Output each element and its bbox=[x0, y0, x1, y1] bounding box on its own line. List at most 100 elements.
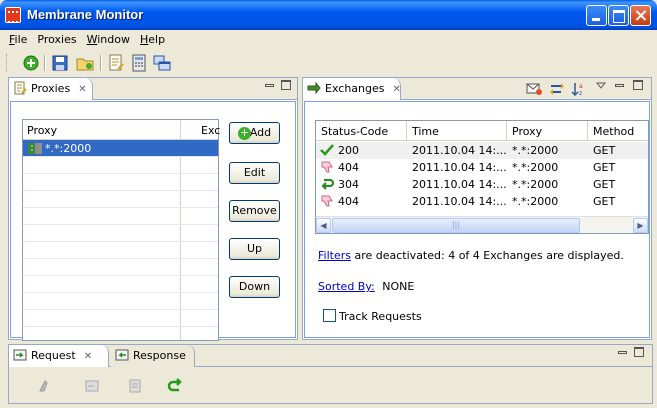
panel-minimize-icon[interactable] bbox=[615, 84, 624, 87]
windows-icon[interactable] bbox=[153, 54, 171, 72]
message-panel-header: Request ✕ Response bbox=[9, 345, 652, 367]
method-cell: GET bbox=[593, 178, 616, 191]
tab-proxies[interactable]: Proxies ✕ bbox=[9, 78, 93, 100]
panel-minimize-icon[interactable] bbox=[618, 351, 627, 354]
column-header-method[interactable]: Method bbox=[593, 125, 634, 138]
mail-filter-icon[interactable] bbox=[526, 82, 542, 96]
empty-row bbox=[23, 276, 218, 293]
menu-proxies[interactable]: Proxies bbox=[32, 31, 81, 49]
resend-icon[interactable] bbox=[37, 378, 53, 394]
table-row[interactable]: 200 2011.10.04 14:... *.*:2000 GET bbox=[316, 142, 648, 159]
track-requests-checkbox[interactable] bbox=[323, 309, 336, 322]
message-panel: Request ✕ Response bbox=[8, 344, 653, 404]
response-icon bbox=[115, 349, 129, 361]
up-button[interactable]: Up bbox=[229, 238, 280, 260]
sorted-by-status: Sorted By: NONE bbox=[318, 280, 414, 293]
scroll-left-button[interactable]: ◀ bbox=[316, 218, 331, 233]
filters-status-text: are deactivated: 4 of 4 Exchanges are di… bbox=[354, 249, 624, 262]
calculator-icon[interactable] bbox=[130, 54, 148, 72]
method-cell: GET bbox=[593, 161, 616, 174]
tab-proxies-label: Proxies bbox=[31, 82, 71, 95]
sort-icon[interactable]: a z bbox=[571, 81, 587, 97]
scroll-right-button[interactable]: ▶ bbox=[633, 218, 648, 233]
menu-file[interactable]: File bbox=[4, 31, 32, 49]
add-button[interactable]: + Add bbox=[229, 122, 280, 144]
close-button[interactable] bbox=[630, 5, 651, 26]
panel-minimize-icon[interactable] bbox=[265, 84, 274, 87]
sorted-by-link[interactable]: Sorted By: bbox=[318, 280, 375, 293]
track-icon[interactable] bbox=[549, 82, 565, 96]
table-row[interactable]: 304 2011.10.04 14:... *.*:2000 GET bbox=[316, 176, 648, 193]
scroll-thumb[interactable]: ||| bbox=[332, 218, 580, 233]
tab-request-label: Request bbox=[31, 349, 76, 362]
proxies-icon bbox=[14, 81, 27, 95]
close-tab-icon[interactable]: ✕ bbox=[78, 84, 86, 95]
panel-maximize-icon[interactable] bbox=[634, 347, 644, 357]
proxy-table[interactable]: Proxy Exc *.*:2000 bbox=[22, 119, 220, 341]
thumbs-down-icon bbox=[321, 195, 333, 207]
save-icon[interactable] bbox=[51, 54, 69, 72]
time-cell: 2011.10.04 14:... bbox=[412, 161, 507, 174]
column-header-proxy[interactable]: Proxy bbox=[27, 124, 57, 137]
proxy-table-header: Proxy Exc bbox=[23, 120, 220, 140]
status-cell: 404 bbox=[338, 195, 359, 208]
status-cell: 304 bbox=[338, 178, 359, 191]
toolbar-grip[interactable] bbox=[6, 54, 9, 72]
table-row[interactable]: 404 2011.10.04 14:... *.*:2000 GET bbox=[316, 193, 648, 210]
close-tab-icon[interactable]: ✕ bbox=[392, 84, 400, 95]
exchanges-table[interactable]: Status-Code Time Proxy Method 200 2011.1… bbox=[315, 120, 649, 234]
svg-text:a: a bbox=[579, 83, 583, 90]
panel-maximize-icon[interactable] bbox=[633, 80, 643, 90]
exchanges-icon bbox=[307, 81, 321, 95]
maximize-button[interactable] bbox=[608, 5, 629, 26]
time-cell: 2011.10.04 14:... bbox=[412, 178, 507, 191]
continue-icon[interactable] bbox=[167, 378, 183, 394]
proxy-cell: *.*:2000 bbox=[45, 142, 92, 155]
column-header-exchanges[interactable]: Exc bbox=[201, 124, 220, 137]
proxy-cell: *.*:2000 bbox=[512, 144, 559, 157]
add-proxy-icon[interactable] bbox=[22, 54, 40, 72]
time-cell: 2011.10.04 14:... bbox=[412, 195, 507, 208]
view-menu-icon[interactable] bbox=[596, 82, 606, 90]
minimize-button[interactable] bbox=[586, 5, 607, 26]
tab-exchanges[interactable]: Exchanges ✕ bbox=[303, 78, 401, 100]
table-row[interactable]: 404 2011.10.04 14:... *.*:2000 GET bbox=[316, 159, 648, 176]
request-icon bbox=[13, 349, 27, 361]
return-arrow-icon bbox=[321, 178, 334, 190]
save-message-icon[interactable] bbox=[84, 378, 100, 394]
tab-request[interactable]: Request ✕ bbox=[9, 345, 109, 367]
format-icon[interactable] bbox=[127, 378, 143, 394]
down-button[interactable]: Down bbox=[229, 276, 280, 298]
status-cell: 200 bbox=[338, 144, 359, 157]
exchanges-panel: Exchanges ✕ a z Status-Code Time Proxy M… bbox=[302, 77, 652, 340]
exchanges-panel-header: Exchanges ✕ a z bbox=[303, 78, 651, 100]
open-folder-icon[interactable] bbox=[76, 54, 94, 72]
empty-row bbox=[23, 293, 218, 310]
add-icon: + bbox=[238, 126, 251, 140]
sorted-by-value: NONE bbox=[382, 280, 415, 293]
app-icon[interactable] bbox=[5, 7, 21, 23]
thumbs-down-icon bbox=[321, 161, 333, 173]
empty-row bbox=[23, 310, 218, 327]
tab-exchanges-label: Exchanges bbox=[325, 82, 385, 95]
table-row[interactable]: *.*:2000 bbox=[23, 140, 218, 157]
edit-button[interactable]: Edit bbox=[229, 162, 280, 184]
menu-help[interactable]: Help bbox=[135, 31, 170, 49]
menu-window[interactable]: Window bbox=[82, 31, 135, 49]
panel-maximize-icon[interactable] bbox=[281, 80, 291, 90]
column-header-time[interactable]: Time bbox=[412, 125, 439, 138]
tab-response[interactable]: Response bbox=[111, 345, 195, 367]
remove-button[interactable]: Remove bbox=[229, 200, 280, 222]
toolbar-separator bbox=[44, 55, 46, 71]
proxy-cell: *.*:2000 bbox=[512, 161, 559, 174]
method-cell: GET bbox=[593, 144, 616, 157]
edit-rules-icon[interactable] bbox=[107, 54, 125, 72]
window-title: Membrane Monitor bbox=[27, 7, 144, 22]
toolbar-separator bbox=[100, 55, 102, 71]
proxies-panel-header: Proxies ✕ bbox=[9, 78, 297, 100]
filters-link[interactable]: Filters bbox=[318, 249, 351, 262]
column-header-status[interactable]: Status-Code bbox=[321, 125, 388, 138]
close-tab-icon[interactable]: ✕ bbox=[84, 351, 92, 362]
horizontal-scrollbar[interactable]: ◀ ||| ▶ bbox=[316, 216, 648, 233]
column-header-proxy[interactable]: Proxy bbox=[512, 125, 542, 138]
